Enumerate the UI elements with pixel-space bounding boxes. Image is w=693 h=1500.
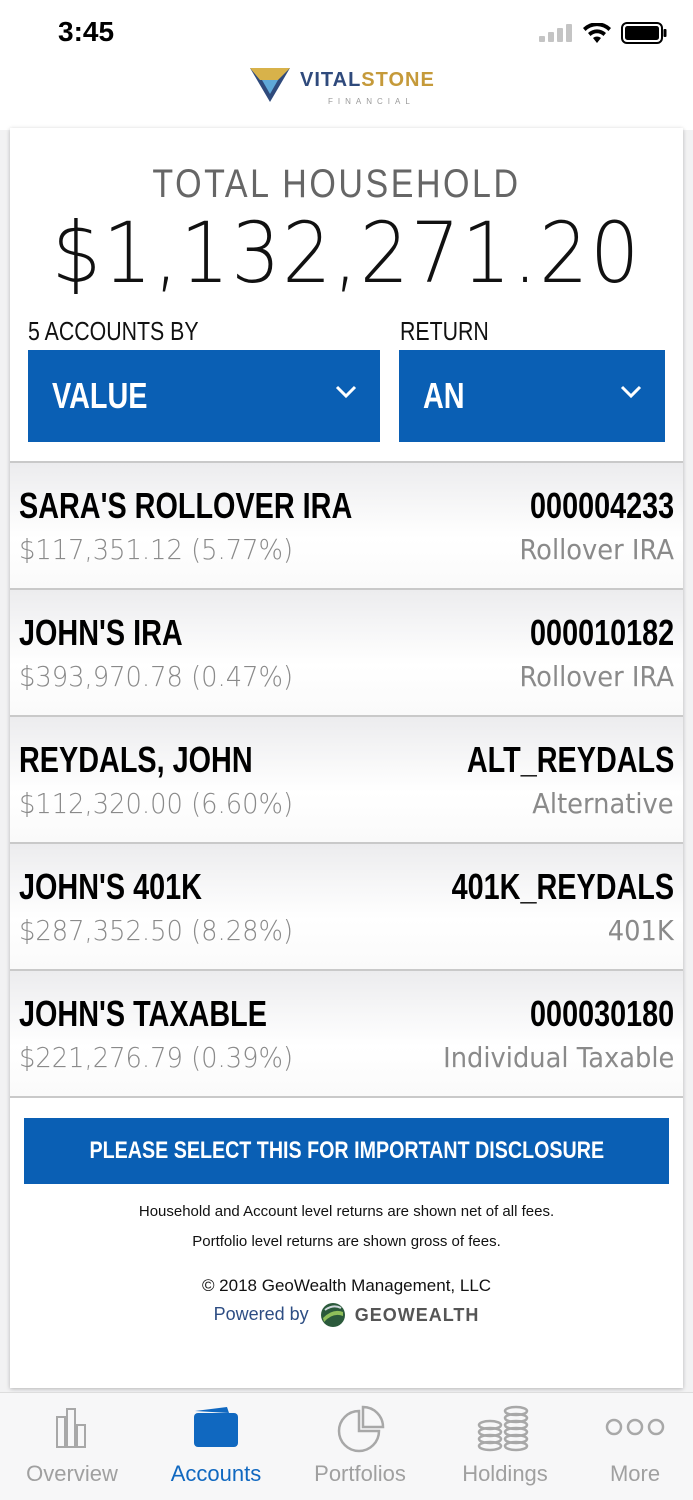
tab-portfolios[interactable]: Portfolios bbox=[291, 1393, 429, 1500]
account-value: $117,351.12 (5.77%) bbox=[19, 533, 294, 566]
tab-overview[interactable]: Overview bbox=[3, 1393, 141, 1500]
battery-icon bbox=[621, 22, 667, 44]
geowealth-logo-icon bbox=[320, 1303, 345, 1327]
logo-word-stone: STONE bbox=[361, 69, 435, 91]
account-value: $287,352.50 (8.28%) bbox=[19, 914, 294, 947]
logo-mark-icon bbox=[250, 68, 290, 102]
return-value: AN bbox=[423, 375, 465, 416]
more-dots-icon bbox=[605, 1418, 665, 1436]
account-row[interactable]: JOHN'S TAXABLE $221,276.79 (0.39%) 00003… bbox=[10, 969, 683, 1096]
pie-chart-icon bbox=[337, 1405, 385, 1453]
account-name: JOHN'S 401K bbox=[19, 866, 202, 907]
powered-by-label: Powered by bbox=[213, 1303, 309, 1324]
account-row[interactable]: SARA'S ROLLOVER IRA $117,351.12 (5.77%) … bbox=[10, 461, 683, 588]
tab-label: Accounts bbox=[170, 1461, 262, 1486]
account-name: JOHN'S TAXABLE bbox=[19, 993, 267, 1034]
account-row[interactable]: JOHN'S 401K $287,352.50 (8.28%) 401K_REY… bbox=[10, 842, 683, 969]
fees-note-gross: Portfolio level returns are shown gross … bbox=[192, 1233, 501, 1250]
account-number: 401K_REYDALS bbox=[451, 866, 674, 907]
sort-by-value: VALUE bbox=[52, 375, 148, 416]
account-type: Alternative bbox=[532, 787, 674, 820]
bottom-tab-bar: Overview Accounts Portfolios Holdings Mo… bbox=[0, 1392, 693, 1500]
chevron-down-icon bbox=[620, 385, 642, 399]
fees-note-net: Household and Account level returns are … bbox=[138, 1203, 555, 1220]
tab-label: More bbox=[609, 1461, 661, 1486]
powered-by: Powered by GEOWEALTH bbox=[0, 1302, 693, 1328]
account-number: 000004233 bbox=[529, 485, 674, 526]
account-value: $112,320.00 (6.60%) bbox=[19, 787, 294, 820]
logo-word-vital: VITAL bbox=[300, 69, 362, 91]
account-name: JOHN'S IRA bbox=[19, 612, 183, 653]
accounts-by-label: 5 ACCOUNTS BY bbox=[28, 316, 199, 346]
vitalstone-logo: VITALSTONE FINANCIAL bbox=[248, 64, 448, 114]
coins-icon bbox=[477, 1405, 529, 1452]
account-type: Rollover IRA bbox=[519, 660, 674, 693]
status-time: 3:45 bbox=[58, 16, 115, 47]
list-divider bbox=[10, 1096, 683, 1098]
wifi-icon bbox=[583, 23, 611, 43]
disclosure-button[interactable]: PLEASE SELECT THIS FOR IMPORTANT DISCLOS… bbox=[24, 1118, 669, 1184]
account-row[interactable]: JOHN'S IRA $393,970.78 (0.47%) 000010182… bbox=[10, 588, 683, 715]
account-name: REYDALS, JOHN bbox=[19, 739, 253, 780]
account-number: ALT_REYDALS bbox=[466, 739, 674, 780]
wallet-icon bbox=[194, 1407, 238, 1447]
logo-subtitle: FINANCIAL bbox=[328, 97, 415, 106]
account-type: Rollover IRA bbox=[519, 533, 674, 566]
tab-accounts[interactable]: Accounts bbox=[147, 1393, 285, 1500]
geowealth-wordmark: GEOWEALTH bbox=[354, 1304, 480, 1325]
account-number: 000010182 bbox=[529, 612, 674, 653]
account-name: SARA'S ROLLOVER IRA bbox=[19, 485, 353, 526]
account-number: 000030180 bbox=[529, 993, 674, 1034]
return-dropdown[interactable]: AN bbox=[399, 350, 665, 442]
account-type: 401K bbox=[607, 914, 674, 947]
account-list: SARA'S ROLLOVER IRA $117,351.12 (5.77%) … bbox=[10, 461, 683, 1098]
tab-label: Holdings bbox=[462, 1461, 548, 1486]
copyright-text: © 2018 GeoWealth Management, LLC bbox=[201, 1276, 492, 1295]
tab-label: Portfolios bbox=[314, 1461, 406, 1486]
status-icons bbox=[539, 22, 667, 44]
account-type: Individual Taxable bbox=[442, 1041, 674, 1074]
bar-chart-icon bbox=[56, 1408, 86, 1448]
sort-by-dropdown[interactable]: VALUE bbox=[28, 350, 380, 442]
signal-icon bbox=[539, 24, 572, 42]
tab-holdings[interactable]: Holdings bbox=[436, 1393, 574, 1500]
chevron-down-icon bbox=[335, 385, 357, 399]
account-value: $393,970.78 (0.47%) bbox=[19, 660, 294, 693]
disclosure-button-label: PLEASE SELECT THIS FOR IMPORTANT DISCLOS… bbox=[89, 1137, 604, 1164]
tab-label: Overview bbox=[26, 1461, 118, 1486]
tab-more[interactable]: More bbox=[566, 1393, 693, 1500]
total-household-label: TOTAL HOUSEHOLD bbox=[152, 162, 521, 206]
account-value: $221,276.79 (0.39%) bbox=[19, 1041, 294, 1074]
return-label: RETURN bbox=[400, 316, 489, 346]
account-row[interactable]: REYDALS, JOHN $112,320.00 (6.60%) ALT_RE… bbox=[10, 715, 683, 842]
total-household-value: $1,132,271.20 bbox=[51, 204, 642, 302]
app-header: VITALSTONE FINANCIAL bbox=[0, 52, 693, 130]
